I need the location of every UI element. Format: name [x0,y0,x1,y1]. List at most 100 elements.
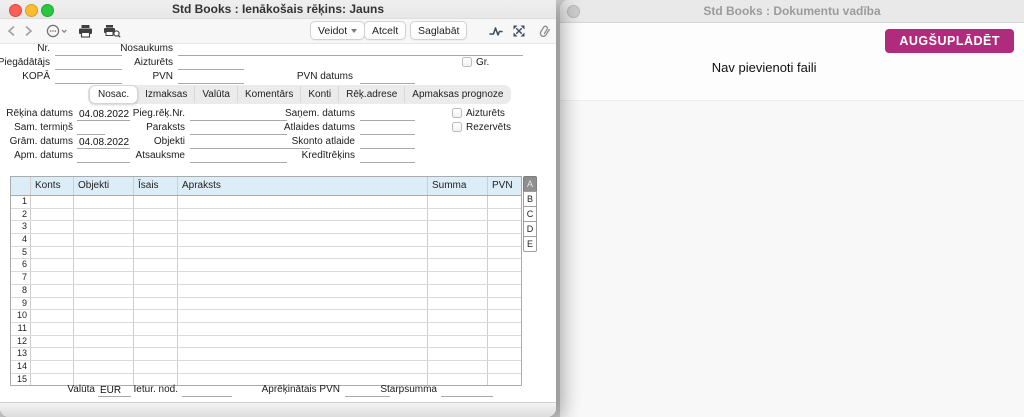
cell-konts[interactable] [31,348,74,360]
table-row[interactable]: 13 [11,348,521,361]
cell-summa[interactable] [428,234,488,246]
cell-isais-kods[interactable] [134,209,178,221]
more-options-icon[interactable] [46,24,68,38]
cell-objekti[interactable] [74,298,134,310]
table-row[interactable]: 10 [11,310,521,323]
cell-objekti[interactable] [74,336,134,348]
cell-isais-kods[interactable] [134,285,178,297]
cell-isais-kods[interactable] [134,298,178,310]
sanem-datums-input[interactable] [360,108,415,121]
paperclip-icon[interactable] [538,24,551,38]
cell-summa[interactable] [428,323,488,335]
tab[interactable]: Rēķ.adrese [338,86,404,103]
col-apraksts[interactable]: Apraksts [178,177,428,195]
upload-button[interactable]: AUGŠUPLĀDĒT [885,29,1014,53]
cell-konts[interactable] [31,221,74,233]
table-row[interactable]: 2 [11,209,521,222]
cell-konts[interactable] [31,323,74,335]
cell-summa[interactable] [428,196,488,208]
cell-summa[interactable] [428,209,488,221]
cell-isais-kods[interactable] [134,310,178,322]
cell-objekti[interactable] [74,259,134,271]
activity-icon[interactable] [489,25,503,37]
cell-summa[interactable] [428,336,488,348]
cell-objekti[interactable] [74,209,134,221]
cell-konts[interactable] [31,298,74,310]
cell-pvn-kd[interactable] [488,361,521,373]
cell-pvn-kd[interactable] [488,285,521,297]
cell-pvn-kd[interactable] [488,234,521,246]
cell-objekti[interactable] [74,361,134,373]
table-row[interactable]: 6 [11,259,521,272]
cell-apraksts[interactable] [178,221,428,233]
print-preview-icon[interactable] [103,24,121,38]
cell-pvn-kd[interactable] [488,272,521,284]
tab[interactable]: Valūta [194,86,237,103]
skonto-atlaide-input[interactable] [360,136,415,149]
cell-objekti[interactable] [74,310,134,322]
cell-apraksts[interactable] [178,234,428,246]
cell-konts[interactable] [31,285,74,297]
cell-isais-kods[interactable] [134,348,178,360]
cell-apraksts[interactable] [178,196,428,208]
cell-apraksts[interactable] [178,336,428,348]
pvn-input[interactable] [178,71,244,84]
cell-konts[interactable] [31,361,74,373]
aizturets-checkbox[interactable] [452,108,462,118]
cell-konts[interactable] [31,272,74,284]
cell-apraksts[interactable] [178,209,428,221]
cell-apraksts[interactable] [178,323,428,335]
starpsumma-input[interactable] [441,384,493,397]
table-row[interactable]: 1 [11,196,521,209]
col-summa[interactable]: Summa [428,177,488,195]
cell-summa[interactable] [428,221,488,233]
cell-summa[interactable] [428,285,488,297]
cell-konts[interactable] [31,196,74,208]
cell-pvn-kd[interactable] [488,196,521,208]
saglabat-button[interactable]: Saglabāt [410,21,467,40]
sam-termins-input[interactable] [77,122,105,135]
matrix-letter-tab[interactable]: E [523,236,537,252]
matrix-letter-tab[interactable]: B [523,191,537,207]
tab[interactable]: Izmaksas [138,86,194,103]
col-isais-kods[interactable]: Īsais kods [134,177,178,195]
cell-isais-kods[interactable] [134,336,178,348]
cell-apraksts[interactable] [178,272,428,284]
table-row[interactable]: 5 [11,247,521,260]
cell-isais-kods[interactable] [134,361,178,373]
table-row[interactable]: 8 [11,285,521,298]
ietur-nod-input[interactable] [182,384,232,397]
cell-objekti[interactable] [74,221,134,233]
cell-objekti[interactable] [74,285,134,297]
cell-konts[interactable] [31,336,74,348]
atcelt-button[interactable]: Atcelt [364,21,406,40]
cell-pvn-kd[interactable] [488,310,521,322]
matrix-letter-tab[interactable]: A [523,176,537,192]
cell-apraksts[interactable] [178,259,428,271]
cell-apraksts[interactable] [178,285,428,297]
cell-summa[interactable] [428,247,488,259]
print-icon[interactable] [78,24,93,38]
cell-isais-kods[interactable] [134,234,178,246]
maximize-button[interactable] [41,4,54,17]
cell-apraksts[interactable] [178,361,428,373]
documents-titlebar[interactable]: Std Books : Dokumentu vadība [560,0,1024,23]
cell-konts[interactable] [31,209,74,221]
cell-pvn-kd[interactable] [488,259,521,271]
minimize-button[interactable] [25,4,38,17]
inactive-traffic-light[interactable] [567,5,580,18]
cell-konts[interactable] [31,234,74,246]
tab[interactable]: Komentārs [237,86,300,103]
veidot-button[interactable]: Veidot [310,21,365,40]
table-row[interactable]: 4 [11,234,521,247]
table-row[interactable]: 9 [11,298,521,311]
cell-summa[interactable] [428,298,488,310]
tab[interactable]: Konti [300,86,338,103]
cell-pvn-kd[interactable] [488,323,521,335]
aizturets-input[interactable] [178,57,244,70]
invoice-titlebar[interactable]: Std Books : Ienākošais rēķins: Jauns [0,0,556,19]
cell-pvn-kd[interactable] [488,247,521,259]
matrix-letter-tab[interactable]: D [523,221,537,237]
col-konts[interactable]: Konts [31,177,74,195]
cell-summa[interactable] [428,259,488,271]
